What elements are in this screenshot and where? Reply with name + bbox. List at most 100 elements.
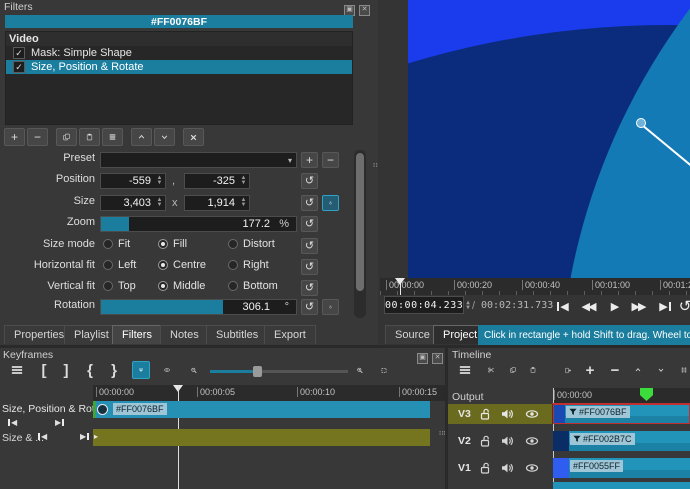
reset-rotation-button[interactable]: ↺	[301, 299, 318, 315]
position-y-field[interactable]: -325▲▼	[184, 173, 250, 189]
timeline-clip-v1[interactable]: #FF0055FF	[553, 458, 690, 478]
spinner-arrows-icon[interactable]: ▲▼	[154, 198, 165, 208]
slider-thumb[interactable]	[253, 366, 262, 377]
skip-to-start-button[interactable]: ◀	[552, 296, 574, 316]
keyframe-dot-icon[interactable]	[97, 404, 108, 415]
clip-fade-segment[interactable]	[553, 458, 569, 478]
keyframes-ruler[interactable]: 00:00:00 00:00:05 00:00:10 00:00:15	[93, 385, 445, 401]
rotation-handle-dot[interactable]	[636, 118, 646, 128]
delete-keyframe-button[interactable]	[66, 430, 80, 444]
add-track-button[interactable]: +	[580, 361, 600, 379]
eye-icon[interactable]	[525, 462, 539, 474]
size-width-field[interactable]: 3,403▲▼	[100, 195, 166, 211]
player-ruler[interactable]: 00:00:00 00:00:20 00:00:40 00:01:00 00:0…	[380, 278, 690, 295]
reset-horizontal-fit-button[interactable]: ↺	[301, 259, 318, 275]
track-header-v3[interactable]: V3	[448, 404, 552, 424]
current-time-field[interactable]: 00:00:04.233▲▼	[384, 296, 464, 314]
radio-right[interactable]: Right	[228, 259, 269, 271]
radio-left[interactable]: Left	[103, 259, 136, 271]
reset-size-button[interactable]: ↺	[301, 195, 318, 211]
track2-keyframes-button[interactable]	[52, 430, 66, 444]
set-first-keyframe-button[interactable]: {	[82, 361, 98, 379]
zoom-in-button[interactable]	[350, 361, 370, 379]
reset-vertical-fit-button[interactable]: ↺	[301, 280, 318, 296]
size-keyframes-button[interactable]	[322, 195, 339, 211]
rotation-slider[interactable]: 306.1 °	[100, 299, 297, 315]
zoom-out-button[interactable]	[184, 361, 204, 379]
spinner-arrows-icon[interactable]: ▲▼	[154, 176, 165, 186]
set-filter-end-button[interactable]: ]	[58, 361, 74, 379]
reset-size-mode-button[interactable]: ↺	[301, 238, 318, 254]
video-preview[interactable]	[408, 0, 690, 278]
scrub-while-dragging-button[interactable]	[157, 361, 177, 379]
speaker-icon[interactable]	[501, 408, 514, 420]
next-keyframe-button[interactable]: ▶	[80, 432, 89, 441]
reset-position-button[interactable]: ↺	[301, 173, 318, 189]
move-track-up-button[interactable]	[628, 361, 648, 379]
rotation-keyframes-button[interactable]	[322, 299, 339, 315]
tab-source[interactable]: Source	[385, 325, 440, 344]
snap-toggle-button[interactable]	[132, 361, 150, 379]
tab-subtitles[interactable]: Subtitles	[206, 325, 268, 344]
keyframe-marker-icon[interactable]: ▸	[94, 432, 98, 441]
radio-distort[interactable]: Distort	[228, 238, 275, 250]
reset-zoom-button[interactable]: ↺	[301, 216, 318, 232]
keyframes-track1-clip[interactable]: #FF0076BF	[93, 401, 430, 418]
timeline-menu-button[interactable]	[452, 361, 478, 379]
clip-fade-segment[interactable]	[553, 431, 569, 451]
tab-filters[interactable]: Filters	[112, 325, 162, 344]
clip-fade-segment[interactable]	[554, 405, 565, 423]
tab-export[interactable]: Export	[264, 325, 316, 344]
scrollbar-thumb[interactable]	[356, 153, 364, 291]
radio-fill[interactable]: Fill	[158, 238, 187, 250]
tab-notes[interactable]: Notes	[160, 325, 209, 344]
track-header-v1[interactable]: V1	[448, 458, 552, 478]
move-track-down-button[interactable]	[651, 361, 671, 379]
timeline-clip-v2[interactable]: #FF002B7C	[553, 431, 690, 451]
lock-open-icon[interactable]	[480, 462, 491, 474]
timeline-playhead-grabber[interactable]	[640, 388, 653, 401]
radio-bottom[interactable]: Bottom	[228, 280, 278, 292]
timeline-ruler[interactable]: 00:00:00	[553, 388, 690, 403]
tab-playlist[interactable]: Playlist	[64, 325, 119, 344]
track-header-v2[interactable]: V2	[448, 431, 552, 451]
fast-forward-button[interactable]: ▶▶	[627, 296, 649, 316]
save-preset-button[interactable]: +	[301, 152, 318, 168]
radio-centre[interactable]: Centre	[158, 259, 206, 271]
spinner-arrows-icon[interactable]: ▲▼	[466, 300, 470, 310]
prev-keyframe-button[interactable]: ◀	[8, 418, 17, 427]
prev-keyframe-button[interactable]: ◀	[38, 432, 47, 441]
size-height-field[interactable]: 1,914▲▼	[184, 195, 250, 211]
zoom-slider[interactable]: 177.2 %	[100, 216, 297, 232]
append-button[interactable]	[558, 361, 578, 379]
keyframes-track2-bar[interactable]: ▸	[93, 429, 430, 446]
keyframes-menu-button[interactable]	[4, 361, 30, 379]
split-button[interactable]	[674, 361, 690, 379]
eye-icon[interactable]	[525, 435, 539, 447]
radio-top[interactable]: Top	[103, 280, 136, 292]
remove-track-button[interactable]: −	[605, 361, 625, 379]
speaker-icon[interactable]	[501, 462, 514, 474]
skip-to-end-button[interactable]: ▶	[654, 296, 676, 316]
preset-select[interactable]: ▾	[100, 152, 297, 168]
lock-open-icon[interactable]	[480, 408, 491, 420]
next-keyframe-button[interactable]: ▶	[55, 418, 64, 427]
spinner-arrows-icon[interactable]: ▲▼	[238, 198, 249, 208]
set-second-keyframe-button[interactable]: }	[106, 361, 122, 379]
play-button[interactable]: ▶	[604, 296, 626, 316]
keyframes-zoom-slider[interactable]	[210, 370, 348, 373]
spinner-arrows-icon[interactable]: ▲▼	[238, 176, 249, 186]
zoom-fit-button[interactable]	[374, 361, 394, 379]
loop-button[interactable]: ↺	[674, 296, 690, 316]
timeline-clip-v3[interactable]: #FF0076BF	[553, 404, 690, 424]
delete-preset-button[interactable]: −	[322, 152, 339, 168]
speaker-icon[interactable]	[501, 435, 514, 447]
position-x-field[interactable]: -559▲▼	[100, 173, 166, 189]
set-filter-start-button[interactable]: [	[36, 361, 52, 379]
filter-trim-start-handle[interactable]	[93, 401, 96, 418]
eye-icon[interactable]	[525, 408, 539, 420]
paste-button[interactable]	[523, 361, 543, 379]
lock-open-icon[interactable]	[480, 435, 491, 447]
radio-middle[interactable]: Middle	[158, 280, 205, 292]
filters-scrollbar[interactable]	[354, 150, 366, 318]
